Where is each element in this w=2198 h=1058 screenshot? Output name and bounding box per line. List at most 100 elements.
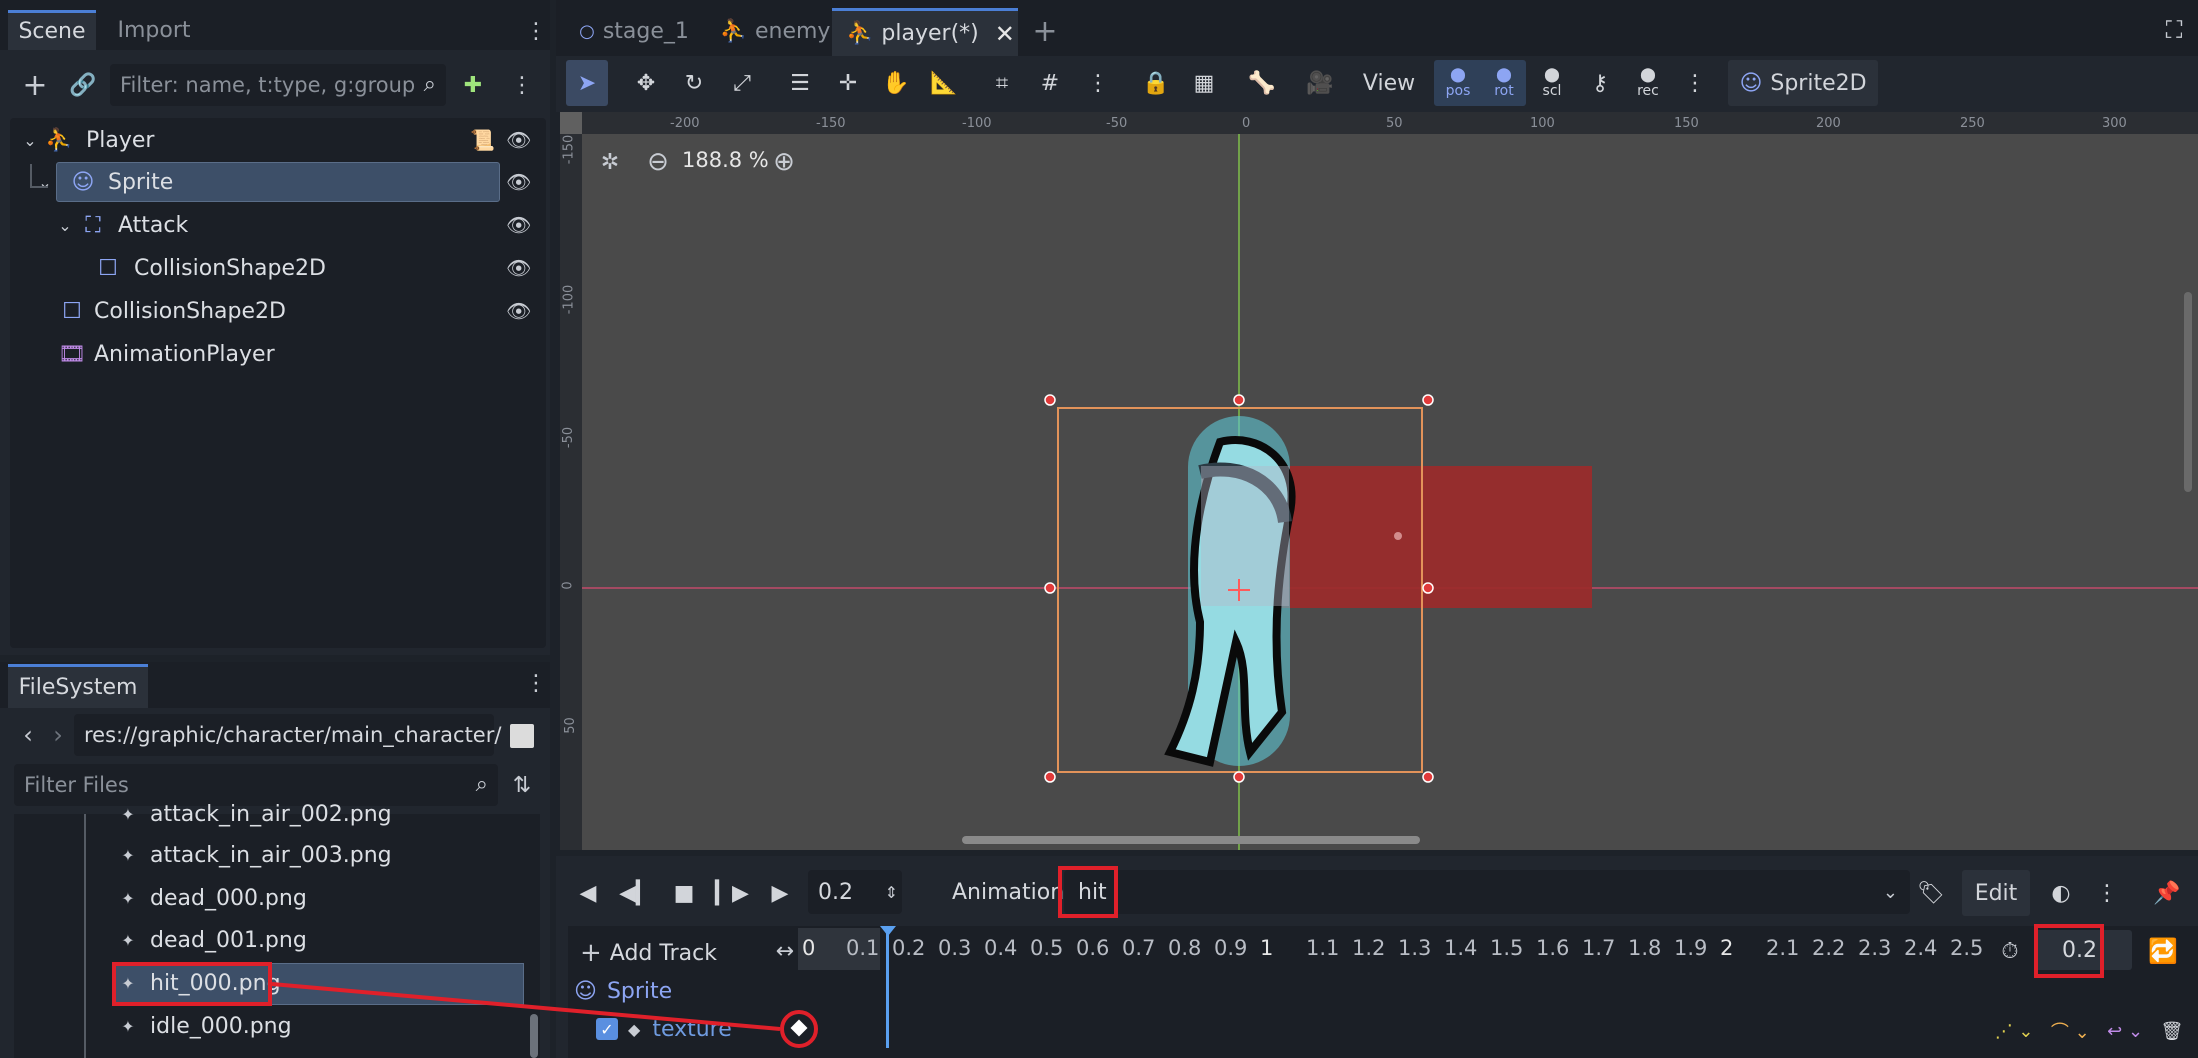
loop-wrap-icon[interactable]: ↩ ⌄: [2107, 1021, 2143, 1042]
rotate-mode-icon[interactable]: ↻: [674, 60, 714, 106]
add-tab-icon[interactable]: +: [1030, 14, 1060, 49]
file-item[interactable]: ✦ attack_in_air_002.png: [118, 794, 518, 834]
tree-row-player[interactable]: ⌄ ⛹ Player 📜 👁: [20, 119, 540, 161]
toggle-split-mode-icon[interactable]: [510, 724, 534, 748]
animation-menu-icon[interactable]: ⋮: [2092, 870, 2122, 916]
path-field[interactable]: res://graphic/character/main_character/: [74, 714, 501, 756]
list-select-icon[interactable]: ☰: [780, 60, 820, 106]
file-item[interactable]: ✦ dead_001.png: [118, 919, 518, 961]
play-icon[interactable]: ▎▶: [714, 870, 750, 916]
move-mode-icon[interactable]: ✥: [626, 60, 666, 106]
group-icon[interactable]: ▦: [1184, 60, 1224, 106]
track-enabled-checkbox[interactable]: ✓: [596, 1018, 618, 1040]
visibility-eye-icon[interactable]: 👁: [506, 213, 531, 237]
zoom-track-icon[interactable]: ↔: [770, 936, 800, 966]
edit-menu-button[interactable]: Edit: [1962, 870, 2030, 916]
collapse-arrow-icon[interactable]: ⌄: [56, 216, 74, 235]
tab-scene[interactable]: Scene: [8, 10, 96, 50]
tab-import[interactable]: Import: [104, 10, 204, 50]
interpolation-icon[interactable]: ⌒ ⌄: [2051, 1018, 2090, 1044]
tab-stage-1[interactable]: ○ stage_1: [564, 10, 704, 52]
scale-mode-icon[interactable]: ⤢: [722, 60, 762, 106]
scene-menu-icon[interactable]: ⋮: [511, 70, 533, 100]
tree-row-animation-player[interactable]: 🎞 AnimationPlayer: [58, 333, 536, 375]
file-list-scrollbar[interactable]: [530, 1014, 538, 1058]
tree-row-sprite[interactable]: ⌄ ☺ Sprite 👁: [36, 161, 536, 203]
tab-player[interactable]: ⛹ player(*) ✕: [832, 8, 1018, 56]
select-mode-icon[interactable]: ➤: [566, 60, 608, 106]
loop-icon[interactable]: 🔁: [2148, 936, 2178, 966]
filesystem-menu-icon[interactable]: ⋮: [525, 668, 547, 698]
tree-row-collision-shape-child[interactable]: ☐ CollisionShape2D 👁: [96, 247, 536, 289]
play-backwards-from-end-icon[interactable]: ◀: [570, 870, 606, 916]
vertical-scrollbar[interactable]: [2184, 292, 2192, 492]
distraction-free-icon[interactable]: ⛶: [2160, 16, 2188, 44]
playhead-handle[interactable]: [880, 926, 896, 936]
play-from-end-icon[interactable]: ▶: [762, 870, 798, 916]
forward-arrow-icon[interactable]: ›: [48, 720, 68, 750]
track-row-texture[interactable]: ✓ ◆ texture: [596, 1010, 732, 1048]
time-field[interactable]: 0.2 ⇕: [808, 870, 902, 914]
grid-snap-icon[interactable]: #: [1030, 60, 1070, 106]
insert-key-icon[interactable]: ⚷: [1582, 60, 1618, 106]
file-item[interactable]: ✦ attack_in_air_003.png: [118, 834, 518, 876]
view-menu-button[interactable]: View: [1356, 60, 1422, 106]
collapse-arrow-icon[interactable]: ⌄: [20, 131, 40, 150]
horizontal-scrollbar[interactable]: [962, 836, 1420, 844]
visibility-eye-icon[interactable]: 👁: [506, 256, 531, 280]
back-arrow-icon[interactable]: ‹: [18, 720, 38, 750]
timeline-tick: 1.1: [1306, 936, 1340, 960]
pan-mode-icon[interactable]: ✋: [876, 60, 916, 106]
file-item[interactable]: ✦ dead_000.png: [118, 877, 518, 919]
close-icon[interactable]: ✕: [995, 20, 1015, 48]
tab-filesystem[interactable]: FileSystem: [8, 664, 148, 708]
ruler-mode-icon[interactable]: 📐: [924, 60, 964, 106]
visibility-eye-icon[interactable]: 👁: [506, 170, 531, 194]
script-icon[interactable]: 📜: [470, 128, 495, 152]
add-track-button[interactable]: + Add Track: [580, 934, 717, 972]
track-group-sprite[interactable]: ☺ Sprite: [574, 974, 672, 1008]
visibility-eye-icon[interactable]: 👁: [506, 299, 531, 323]
node-type-button[interactable]: ☺ Sprite2D: [1728, 60, 1878, 106]
camera-override-icon[interactable]: 🎥: [1300, 60, 1340, 106]
autoplay-icon[interactable]: 🏷: [1914, 870, 1948, 916]
key-position-toggle[interactable]: ⬤ pos: [1440, 60, 1476, 106]
auto-key-toggle[interactable]: ⬤ rec: [1630, 60, 1666, 106]
handle: [1233, 771, 1245, 783]
snap-options-icon[interactable]: ⋮: [1078, 60, 1118, 106]
viewport[interactable]: -200 -150 -100 -50 0 50 100 150 200 250 …: [560, 112, 2198, 850]
track-settings-group[interactable]: ⋰ ⌄ ⌒ ⌄ ↩ ⌄ 🗑: [1986, 1016, 2192, 1046]
key-rotation-toggle[interactable]: ⬤ rot: [1486, 60, 1522, 106]
tree-row-collision-shape[interactable]: ☐ CollisionShape2D 👁: [60, 290, 536, 332]
delete-track-icon[interactable]: 🗑: [2160, 1021, 2183, 1042]
key-options-icon[interactable]: ⋮: [1680, 60, 1710, 106]
file-item[interactable]: ✦ idle_000.png: [118, 1005, 518, 1047]
onion-skin-icon[interactable]: ◐: [2044, 870, 2078, 916]
update-mode-icon[interactable]: ⋰ ⌄: [1995, 1021, 2034, 1042]
link-icon[interactable]: 🔗: [68, 70, 98, 100]
smart-snap-icon[interactable]: ⌗: [982, 60, 1022, 106]
attach-script-icon[interactable]: ✚: [458, 70, 488, 100]
pin-icon[interactable]: 📌: [2150, 870, 2184, 916]
timeline-ruler[interactable]: 0 0.1 0.2 0.3 0.4 0.5 0.6 0.7 0.8 0.9 1 …: [798, 928, 1990, 970]
key-scale-toggle[interactable]: ⬤ scl: [1534, 60, 1570, 106]
animation-select[interactable]: hit ⌄: [1064, 870, 1910, 914]
lock-icon[interactable]: 🔒: [1136, 60, 1176, 106]
scene-dock-menu-icon[interactable]: ⋮: [525, 16, 547, 46]
pivot-mode-icon[interactable]: ✛: [828, 60, 868, 106]
play-backwards-icon[interactable]: ◀▎: [618, 870, 654, 916]
playhead[interactable]: [886, 930, 889, 1048]
spinner-icon[interactable]: ⇕: [885, 883, 898, 902]
tree-row-attack[interactable]: ⌄ ⛶ Attack 👁: [56, 204, 536, 246]
tab-enemy[interactable]: ⛹ enemy: [710, 10, 840, 52]
bone-icon[interactable]: 🦴: [1242, 60, 1282, 106]
timeline-tick: 1.7: [1582, 936, 1616, 960]
scene-filter-field[interactable]: Filter: name, t:type, g:group ⌕: [110, 64, 446, 106]
timeline-tick: 1.6: [1536, 936, 1570, 960]
visibility-eye-icon[interactable]: 👁: [506, 128, 531, 152]
add-node-icon[interactable]: +: [20, 68, 50, 103]
timeline-tick: 0.9: [1214, 936, 1248, 960]
collapse-arrow-icon[interactable]: ⌄: [36, 173, 54, 192]
node-type-label: Sprite2D: [1770, 70, 1867, 96]
stop-icon[interactable]: ■: [666, 870, 702, 916]
